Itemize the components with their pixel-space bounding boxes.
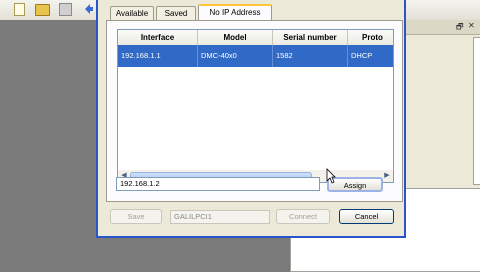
save-button[interactable]: Save [110,209,162,224]
column-header-protocol[interactable]: Proto [348,30,393,45]
arrow-icon[interactable] [84,3,94,15]
controller-table[interactable]: Interface Model Serial number Proto 192.… [117,29,394,183]
cell-model: DMC-40x0 [198,45,273,67]
connection-dialog: Available Saved No IP Address Interface … [96,0,406,238]
connect-button[interactable]: Connect [276,209,330,224]
table-row[interactable]: 192.168.1.1 DMC-40x0 1582 DHCP [118,45,393,67]
cell-protocol: DHCP [348,45,393,67]
column-header-interface[interactable]: Interface [118,30,198,45]
device-name-field[interactable]: GALILPCI1 [170,210,270,224]
save-disk-icon[interactable] [59,3,72,16]
open-folder-icon[interactable] [35,4,50,16]
right-panel-titlebar: 🗗 ✕ [400,20,480,35]
cell-interface: 192.168.1.1 [118,45,198,67]
right-panel-list[interactable] [473,37,480,185]
cell-serial-number: 1582 [273,45,348,67]
tab-available[interactable]: Available [110,6,154,21]
tab-saved[interactable]: Saved [156,6,196,21]
workspace-background [0,20,96,270]
close-icon[interactable]: ✕ [468,21,475,30]
column-header-model[interactable]: Model [198,30,273,45]
scroll-right-icon[interactable]: ▶ [382,171,392,181]
restore-icon[interactable]: 🗗 [456,21,464,35]
cancel-button[interactable]: Cancel [339,209,394,224]
new-file-icon[interactable] [14,3,25,16]
table-header: Interface Model Serial number Proto [118,30,393,46]
right-panel: 🗗 ✕ [290,20,480,272]
ip-address-input[interactable]: 192.168.1.2 [116,177,320,191]
tab-panel: Interface Model Serial number Proto 192.… [106,20,403,202]
mouse-cursor-icon [326,168,336,184]
column-header-serial-number[interactable]: Serial number [273,30,348,45]
